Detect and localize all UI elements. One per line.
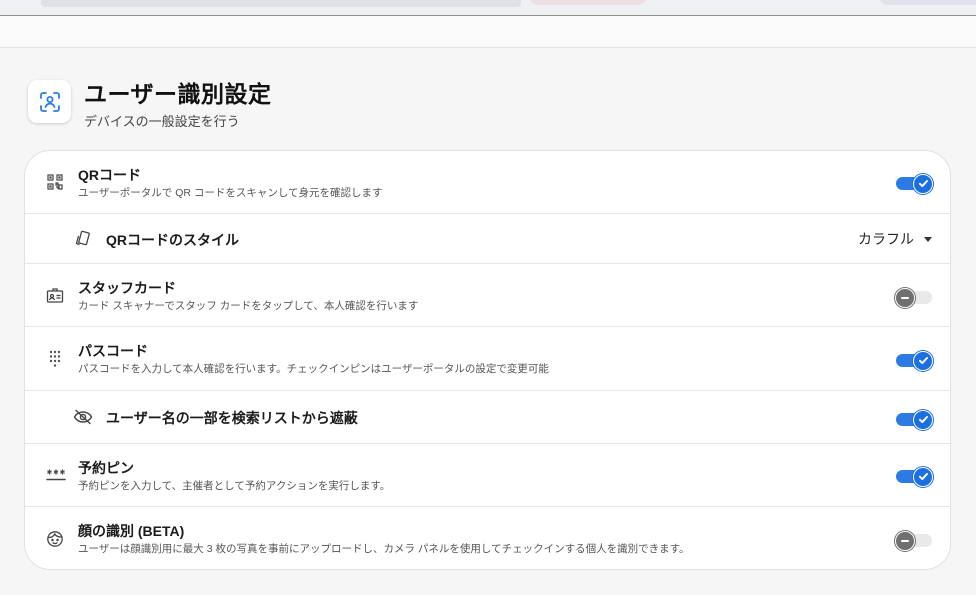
top-pill-button[interactable]: [530, 0, 646, 5]
setting-description: カード スキャナーでスタッフ カードをタップして、本人確認を行います: [78, 300, 419, 312]
top-bar: [0, 0, 976, 16]
staff-card-toggle[interactable]: [895, 287, 932, 308]
pin-asterisk-icon: [45, 464, 67, 486]
face-recognition-toggle[interactable]: [895, 530, 932, 551]
setting-row-qr-code: QRコード ユーザーポータルで QR コードをスキャンして身元を確認します: [25, 151, 950, 214]
setting-row-mask-username: ユーザー名の一部を検索リストから遮蔽: [25, 391, 950, 444]
setting-title: QRコードのスタイル: [106, 232, 239, 248]
settings-card: QRコード ユーザーポータルで QR コードをスキャンして身元を確認します QR…: [24, 150, 951, 570]
checkmark-icon: [913, 350, 933, 371]
checkmark-icon: [913, 409, 933, 430]
setting-row-reservation-pin: 予約ピン 予約ピンを入力して、主催者として予約アクションを実行します。: [25, 444, 950, 507]
setting-description: ユーザーは顔識別用に最大 3 枚の写真を事前にアップロードし、カメラ パネルを使…: [78, 543, 690, 555]
passcode-toggle[interactable]: [896, 350, 933, 371]
mask-username-toggle[interactable]: [896, 409, 933, 430]
checkmark-icon: [913, 466, 933, 487]
id-badge-icon: [44, 285, 66, 307]
setting-title: スタッフカード: [78, 280, 176, 296]
setting-row-qr-style: QRコードのスタイル カラフル: [25, 214, 950, 264]
qr-style-selected-value: カラフル: [858, 231, 914, 247]
checkmark-icon: [913, 173, 933, 194]
setting-description: ユーザーポータルで QR コードをスキャンして身元を確認します: [78, 187, 383, 199]
keypad-icon: [44, 348, 66, 370]
page-title: ユーザー識別設定: [84, 81, 272, 107]
face-icon: [44, 528, 66, 550]
eye-slash-icon: [72, 406, 94, 428]
chevron-down-icon: [924, 236, 932, 242]
setting-title: パスコード: [78, 343, 148, 359]
top-right-button[interactable]: [880, 0, 976, 5]
minus-icon: [895, 287, 915, 308]
top-search-field[interactable]: [41, 0, 521, 7]
minus-icon: [895, 530, 915, 551]
reservation-pin-toggle[interactable]: [896, 466, 933, 487]
setting-title: 予約ピン: [78, 460, 134, 476]
setting-description: パスコードを入力して本人確認を行います。チェックインピンはユーザーポータルの設定…: [78, 363, 549, 375]
setting-title: ユーザー名の一部を検索リストから遮蔽: [106, 410, 358, 426]
setting-row-face-recognition: 顔の識別 (BETA) ユーザーは顔識別用に最大 3 枚の写真を事前にアップロー…: [25, 507, 950, 569]
setting-title: 顔の識別 (BETA): [78, 523, 185, 539]
page-subtitle: デバイスの一般設定を行う: [84, 114, 240, 129]
sub-toolbar: [0, 16, 976, 48]
face-scan-icon: [28, 80, 71, 123]
setting-row-passcode: パスコード パスコードを入力して本人確認を行います。チェックインピンはユーザーポ…: [25, 327, 950, 391]
qr-style-select[interactable]: カラフル: [858, 229, 932, 249]
setting-title: QRコード: [78, 167, 141, 183]
card-style-icon: [72, 228, 94, 250]
setting-row-staff-card: スタッフカード カード スキャナーでスタッフ カードをタップして、本人確認を行い…: [25, 264, 950, 327]
qr-code-toggle[interactable]: [896, 173, 933, 194]
qr-code-icon: [44, 171, 66, 193]
setting-description: 予約ピンを入力して、主催者として予約アクションを実行します。: [78, 480, 391, 492]
